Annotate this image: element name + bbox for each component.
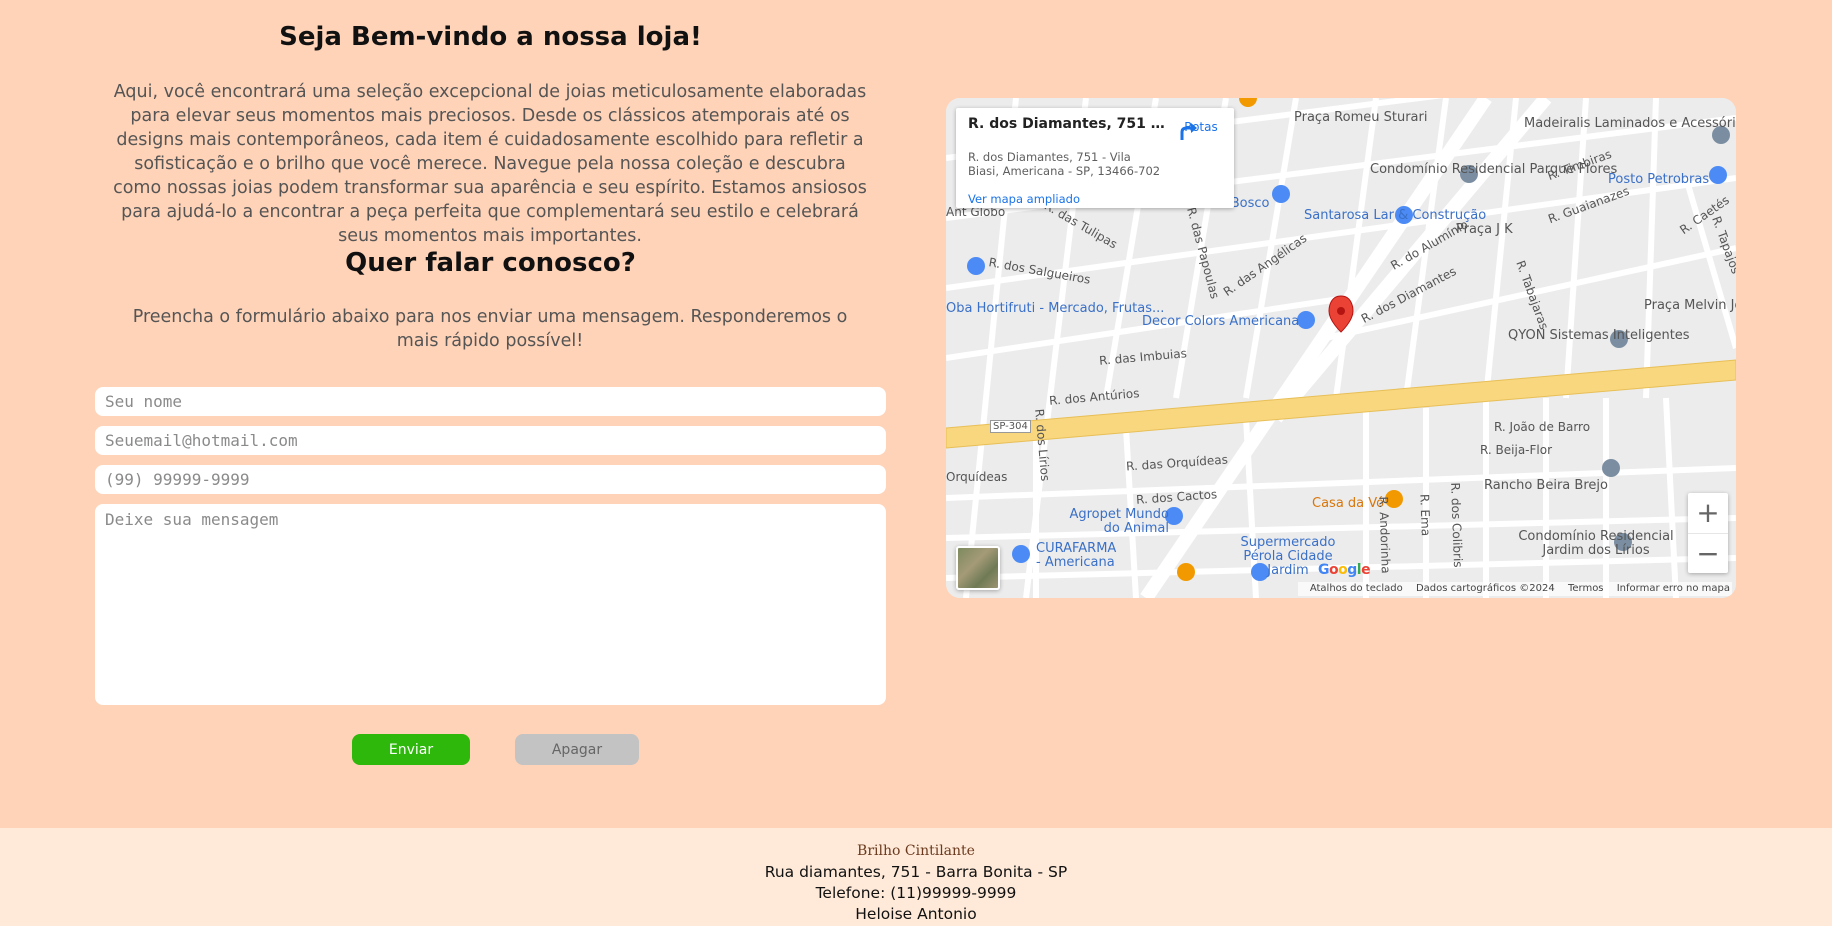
email-input[interactable] xyxy=(95,426,886,455)
intro-text: Aqui, você encontrará uma seleção excepc… xyxy=(113,82,867,246)
map-label: Praça Melvin Jones xyxy=(1644,298,1736,313)
keyboard-shortcuts-link[interactable]: Atalhos do teclado xyxy=(1310,583,1403,594)
contact-description: Preencha o formulário abaixo para nos en… xyxy=(132,307,848,351)
page-title: Seja Bem-vindo a nossa loja! xyxy=(279,22,702,52)
map-label: R. Beija-Flor xyxy=(1480,443,1553,457)
directions-icon xyxy=(1180,123,1197,140)
map-attribution: Atalhos do teclado Dados cartográficos ©… xyxy=(1297,582,1732,596)
map-label: Madeiralis Laminados e Acessórios para M… xyxy=(1524,116,1736,131)
map-label: CURAFARMA - Americana xyxy=(1036,541,1117,570)
name-input[interactable] xyxy=(95,387,886,416)
zoom-controls: + − xyxy=(1688,493,1728,573)
contact-title: Quer falar conosco? xyxy=(345,248,636,278)
footer-address: Rua diamantes, 751 - Barra Bonita - SP xyxy=(764,863,1068,881)
map-label: Orquídeas xyxy=(946,470,1008,484)
zoom-out-button[interactable]: − xyxy=(1688,533,1728,574)
map-label: Decor Colors Americana xyxy=(1142,314,1300,329)
phone-input[interactable] xyxy=(95,465,886,494)
map-label: R. dos Colibris xyxy=(1448,482,1466,568)
directions-button[interactable]: Rotas xyxy=(1176,120,1226,140)
map-label: R. Andorinha xyxy=(1376,496,1393,574)
map-label: Casa da Vó xyxy=(1312,496,1385,511)
view-larger-map-link[interactable]: Ver mapa ampliado xyxy=(968,192,1080,206)
main-content: Seja Bem-vindo a nossa loja! Aqui, você … xyxy=(0,0,1832,828)
map-label: R. João de Barro xyxy=(1494,420,1591,434)
footer: Brilho Cintilante Rua diamantes, 751 - B… xyxy=(0,828,1832,926)
map-label: SP-304 xyxy=(990,420,1031,433)
map-label: R. Ema xyxy=(1417,493,1433,537)
send-button[interactable]: Enviar xyxy=(352,734,470,765)
satellite-toggle-button[interactable] xyxy=(956,546,1000,590)
report-error-link[interactable]: Informar erro no mapa xyxy=(1617,583,1730,594)
clear-button[interactable]: Apagar xyxy=(515,734,639,765)
google-logo: Google xyxy=(1318,562,1371,578)
footer-phone: Telefone: (11)99999-9999 xyxy=(815,884,1017,902)
map-label: Agropet Mundo do Animal xyxy=(1069,507,1169,536)
terms-link[interactable]: Termos xyxy=(1568,583,1604,594)
map-label: Condomínio Residencial Jardim dos Lírios xyxy=(1518,529,1674,558)
map-data-credit: Dados cartográficos ©2024 xyxy=(1415,583,1555,594)
zoom-in-button[interactable]: + xyxy=(1688,493,1728,533)
map-label: Praça Romeu Sturari xyxy=(1294,110,1428,125)
map-label: QYON Sistemas Inteligentes xyxy=(1508,328,1690,343)
place-address: R. dos Diamantes, 751 - Vila Biasi, Amer… xyxy=(968,150,1161,178)
map-label: Oba Hortifruti - Mercado, Frutas... xyxy=(946,301,1165,316)
message-textarea[interactable] xyxy=(95,504,886,705)
footer-brand: Brilho Cintilante xyxy=(857,843,975,859)
embedded-map[interactable]: Praça Romeu Sturari Madeiralis Laminados… xyxy=(946,98,1736,598)
place-title: R. dos Diamantes, 751 - Vila B... xyxy=(968,116,1168,132)
map-label: Rancho Beira Brejo xyxy=(1484,478,1608,493)
footer-author: Heloise Antonio xyxy=(855,905,977,923)
place-info-card: R. dos Diamantes, 751 - Vila B... R. dos… xyxy=(956,108,1234,208)
